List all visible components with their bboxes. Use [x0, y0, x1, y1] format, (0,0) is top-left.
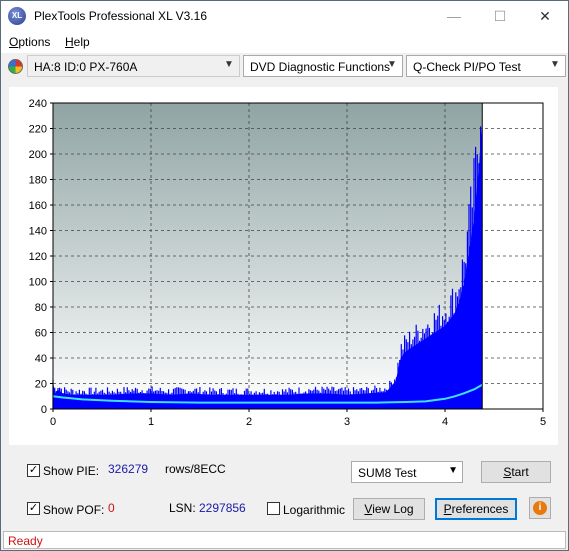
function-select-value: DVD Diagnostic Functions	[250, 60, 391, 74]
close-icon[interactable]: ✕	[522, 1, 568, 31]
title-bar: XL PlexTools Professional XL V3.16 — ☐ ✕	[1, 1, 568, 31]
logarithmic-checkbox[interactable]	[267, 502, 280, 515]
y-tick-label: 20	[35, 379, 47, 391]
y-tick-label: 0	[41, 404, 47, 416]
maximize-icon[interactable]: ☐	[477, 1, 523, 31]
minimize-icon[interactable]: —	[431, 1, 477, 31]
y-tick-label: 140	[29, 226, 47, 238]
logarithmic-label: Logarithmic	[283, 503, 346, 517]
start-button[interactable]: Start	[481, 461, 551, 483]
chevron-down-icon: ▼	[448, 465, 458, 476]
chevron-down-icon: ▼	[387, 59, 397, 70]
main-window: XL PlexTools Professional XL V3.16 — ☐ ✕…	[0, 0, 569, 551]
y-tick-label: 220	[29, 124, 47, 136]
sum-test-select[interactable]: SUM8 Test ▼	[351, 461, 463, 483]
x-tick-label: 5	[540, 416, 546, 428]
y-tick-label: 60	[35, 328, 47, 340]
info-button[interactable]: i	[529, 497, 551, 519]
view-log-button[interactable]: View Log	[353, 498, 425, 520]
menu-help[interactable]: Help	[65, 35, 90, 49]
toolbar: HA:8 ID:0 PX-760A ▼ DVD Diagnostic Funct…	[1, 53, 568, 79]
y-tick-label: 80	[35, 302, 47, 314]
menu-options[interactable]: Options	[9, 35, 50, 49]
y-tick-label: 180	[29, 175, 47, 187]
test-select[interactable]: Q-Check PI/PO Test ▼	[406, 55, 566, 77]
status-text: Ready	[8, 534, 43, 548]
menu-bar: Options Help	[1, 31, 568, 53]
lsn-label: LSN:	[169, 501, 196, 515]
lsn-value: 2297856	[199, 501, 246, 515]
pie-value: 326279	[108, 462, 149, 476]
function-select[interactable]: DVD Diagnostic Functions ▼	[243, 55, 403, 77]
show-pof-label: Show POF:	[43, 503, 105, 517]
show-pie-checkbox[interactable]: ✓	[27, 464, 40, 477]
y-tick-label: 160	[29, 200, 47, 212]
x-tick-label: 1	[148, 416, 154, 428]
pof-value: 0	[108, 501, 115, 515]
show-pie-label: Show PIE:	[43, 464, 100, 478]
preferences-button[interactable]: Preferences	[435, 498, 517, 520]
x-tick-label: 2	[246, 416, 252, 428]
info-icon: i	[533, 501, 547, 515]
test-select-value: Q-Check PI/PO Test	[413, 60, 521, 74]
drive-disc-icon	[8, 59, 23, 74]
show-pof-checkbox[interactable]: ✓	[27, 502, 40, 515]
y-tick-label: 200	[29, 149, 47, 161]
x-tick-label: 3	[344, 416, 350, 428]
pi-po-chart-panel: 0 20 40 60 80 100 120 140 160 180 200 220 240 0 1 2 3 4 5	[9, 87, 558, 445]
controls-panel: ✓ Show PIE: 326279 rows/8ECC SUM8 Test ▼…	[9, 453, 558, 529]
plextools-logo-icon: XL	[8, 7, 26, 25]
chevron-down-icon: ▼	[550, 59, 560, 70]
drive-select[interactable]: HA:8 ID:0 PX-760A ▼	[27, 55, 240, 77]
rows-label: rows/8ECC	[165, 462, 226, 476]
window-title: PlexTools Professional XL V3.16	[34, 9, 207, 23]
y-tick-label: 100	[29, 277, 47, 289]
sum-test-value: SUM8 Test	[358, 466, 417, 480]
status-bar: Ready	[3, 531, 566, 549]
drive-select-value: HA:8 ID:0 PX-760A	[34, 60, 138, 74]
y-tick-label: 240	[29, 98, 47, 110]
chevron-down-icon: ▼	[224, 59, 234, 70]
x-tick-label: 0	[50, 416, 56, 428]
y-tick-label: 40	[35, 353, 47, 365]
x-tick-label: 4	[442, 416, 448, 428]
pi-po-chart: 0 20 40 60 80 100 120 140 160 180 200 220 240 0 1 2 3 4 5	[29, 98, 546, 428]
y-tick-label: 120	[29, 251, 47, 263]
